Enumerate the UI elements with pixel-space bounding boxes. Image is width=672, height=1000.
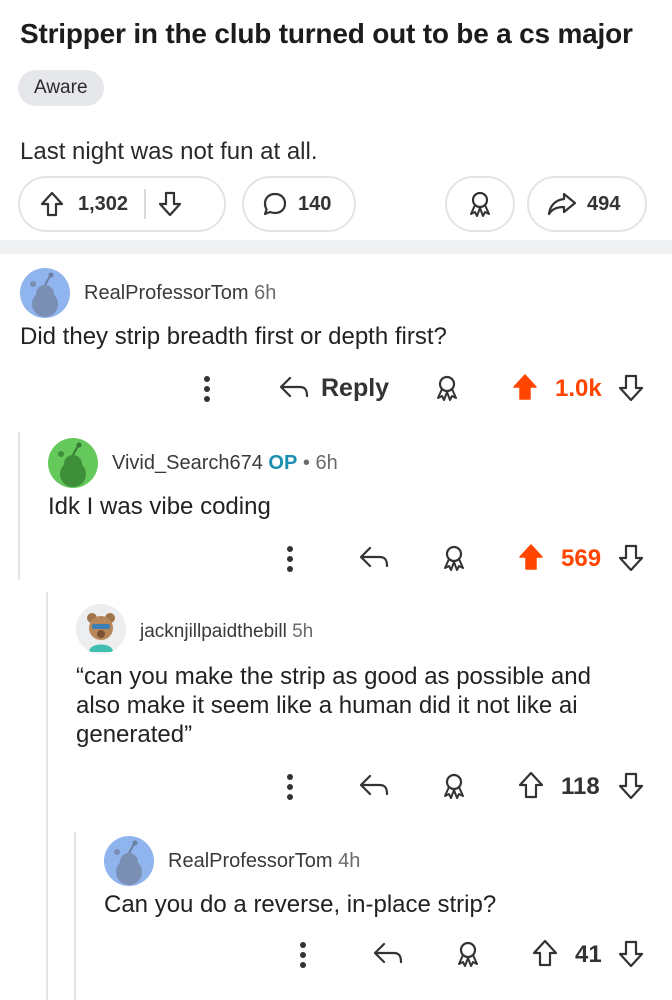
downvote-icon[interactable] bbox=[618, 374, 644, 402]
vote-separator bbox=[144, 189, 147, 219]
post-flair[interactable]: Aware bbox=[18, 70, 104, 106]
comment-text-line: “can you make the strip as good as possi… bbox=[76, 663, 591, 690]
reply-icon[interactable] bbox=[278, 374, 310, 402]
more-options-icon[interactable] bbox=[287, 774, 293, 804]
comment-username[interactable]: RealProfessorTom bbox=[84, 282, 249, 304]
comment-text: Can you do a reverse, in-place strip? bbox=[104, 891, 497, 918]
avatar[interactable] bbox=[48, 438, 98, 488]
comment-score: 1.0k bbox=[555, 375, 602, 402]
downvote-icon[interactable] bbox=[618, 940, 644, 968]
avatar[interactable] bbox=[76, 604, 126, 654]
snoo-avatar-icon bbox=[58, 442, 86, 487]
comment-bubble-icon bbox=[262, 191, 288, 217]
downvote-icon[interactable] bbox=[158, 191, 182, 217]
snoo-avatar-icon bbox=[30, 272, 58, 317]
thread-line bbox=[74, 832, 76, 1000]
reply-icon[interactable] bbox=[358, 772, 390, 800]
comment-time: 6h bbox=[254, 282, 277, 304]
award-icon bbox=[467, 190, 493, 218]
award-icon[interactable] bbox=[441, 544, 467, 572]
comment-time: 5h bbox=[292, 621, 314, 642]
comment-text-line: also make it seem like a human did it no… bbox=[76, 692, 578, 719]
comment-meta: Vivid_Search674 OP • 6h bbox=[112, 452, 338, 475]
upvote-icon[interactable] bbox=[518, 771, 544, 799]
post-share-count: 494 bbox=[587, 192, 621, 215]
section-divider bbox=[0, 240, 672, 254]
award-icon[interactable] bbox=[455, 940, 481, 968]
comment-text: “can you make the strip as good as possi… bbox=[76, 662, 591, 749]
downvote-icon[interactable] bbox=[618, 544, 644, 572]
more-options-icon[interactable] bbox=[287, 546, 293, 576]
thread-line bbox=[18, 432, 20, 580]
comment-score: 569 bbox=[561, 545, 602, 572]
post-title: Stripper in the club turned out to be a … bbox=[20, 18, 633, 49]
meta-separator: • bbox=[302, 452, 310, 474]
award-icon[interactable] bbox=[434, 374, 460, 402]
comment-meta: jacknjillpaidthebill 5h bbox=[140, 621, 313, 643]
more-options-icon[interactable] bbox=[204, 376, 210, 406]
thread-line bbox=[46, 592, 48, 1000]
reply-icon[interactable] bbox=[372, 940, 404, 968]
downvote-icon[interactable] bbox=[618, 772, 644, 800]
comment-time: 4h bbox=[338, 850, 361, 872]
comment-time: 6h bbox=[315, 452, 338, 474]
share-arrow-icon bbox=[547, 191, 577, 217]
comment-score: 41 bbox=[575, 941, 602, 968]
comment-username[interactable]: RealProfessorTom bbox=[168, 850, 333, 872]
bear-avatar-icon bbox=[87, 613, 115, 652]
post-body: Last night was not fun at all. bbox=[20, 138, 318, 165]
more-options-icon[interactable] bbox=[300, 942, 306, 972]
reply-button[interactable]: Reply bbox=[321, 374, 389, 403]
snoo-avatar-icon bbox=[114, 840, 142, 885]
post-upvote-count: 1,302 bbox=[78, 192, 129, 215]
post-vote-bar: 1,302 bbox=[18, 176, 226, 232]
upvote-icon[interactable] bbox=[40, 191, 64, 217]
comment-meta: RealProfessorTom 4h bbox=[168, 850, 360, 873]
op-badge: OP bbox=[268, 452, 298, 474]
reply-icon[interactable] bbox=[358, 544, 390, 572]
post-share-button[interactable]: 494 bbox=[527, 176, 647, 232]
avatar[interactable] bbox=[104, 836, 154, 886]
award-icon[interactable] bbox=[441, 772, 467, 800]
comment-meta: RealProfessorTom 6h bbox=[84, 282, 276, 305]
comment-username[interactable]: Vivid_Search674 bbox=[112, 452, 263, 474]
upvote-icon[interactable] bbox=[532, 939, 558, 967]
upvote-icon[interactable] bbox=[518, 543, 544, 571]
post-award-button[interactable] bbox=[445, 176, 515, 232]
comment-username[interactable]: jacknjillpaidthebill bbox=[140, 621, 287, 642]
post-comments-button[interactable]: 140 bbox=[242, 176, 356, 232]
post-comment-count: 140 bbox=[298, 192, 332, 215]
avatar[interactable] bbox=[20, 268, 70, 318]
comment-text-line: generated” bbox=[76, 721, 193, 748]
comment-text: Idk I was vibe coding bbox=[48, 493, 271, 520]
comment-text: Did they strip breadth first or depth fi… bbox=[20, 323, 447, 350]
comment-score: 118 bbox=[561, 773, 600, 800]
upvote-icon[interactable] bbox=[512, 373, 538, 401]
